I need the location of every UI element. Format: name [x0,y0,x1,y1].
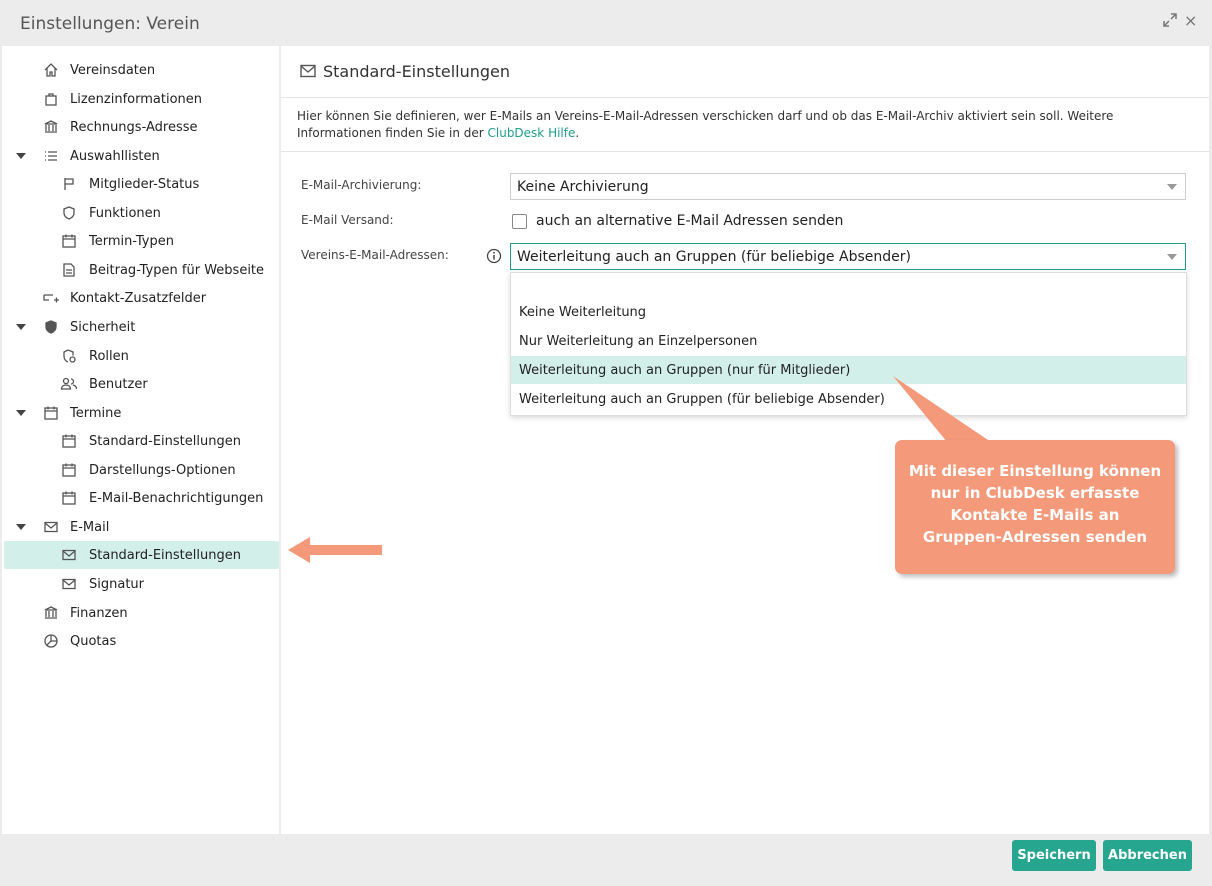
sidebar-item-label: Funktionen [89,205,161,221]
sidebar-item-termine-standard[interactable]: Standard-Einstellungen [2,427,279,455]
bag-icon [42,90,60,108]
mail-icon [60,575,78,593]
cancel-button[interactable]: Abbrechen [1103,840,1192,871]
main-panel: Standard-Einstellungen Hier können Sie d… [281,46,1209,834]
calendar-icon [42,404,60,422]
sidebar-item-label: Sicherheit [70,319,136,335]
sidebar-item-label: Termine [70,405,122,421]
add-field-icon [42,289,60,307]
sidebar-item-label: Signatur [89,576,145,592]
sidebar-item-signatur[interactable]: Signatur [2,570,279,598]
calendar-icon [60,432,78,450]
sidebar-item-vereinsdaten[interactable]: Vereinsdaten [2,56,279,84]
sidebar-item-quotas[interactable]: Quotas [2,627,279,655]
expand-icon[interactable] [1162,12,1178,32]
expanded-caret-icon[interactable] [16,524,26,530]
mail-icon [60,546,78,564]
settings-window: Einstellungen: Verein × Vereinsdaten Liz… [0,0,1212,886]
callout-line: Gruppen-Adressen senden [922,528,1148,546]
sidebar-item-label: Lizenzinformationen [70,91,203,107]
sidebar-item-email[interactable]: E-Mail [2,513,279,541]
sidebar-item-sicherheit[interactable]: Sicherheit [2,313,279,341]
sidebar-item-email-standard[interactable]: Standard-Einstellungen [4,541,279,569]
sidebar-item-label: Standard-Einstellungen [89,547,241,563]
sidebar-item-label: Mitglieder-Status [89,176,200,192]
expanded-caret-icon[interactable] [16,153,26,159]
sidebar-item-finanzen[interactable]: Finanzen [2,599,279,627]
callout-line: Kontakte E-Mails an [950,506,1120,524]
role-shield-icon [60,347,78,365]
sidebar-item-label: Auswahllisten [70,148,160,164]
sidebar-item-label: Termin-Typen [89,233,174,249]
annotation-arrow [288,537,382,563]
flag-icon [60,175,78,193]
sidebar-item-benutzer[interactable]: Benutzer [2,370,279,398]
callout-line: nur in ClubDesk erfasste [930,484,1140,502]
calendar-icon [60,461,78,479]
sidebar-item-mitglieder-status[interactable]: Mitglieder-Status [2,170,279,198]
annotation-callout: Mit dieser Einstellung können nur in Clu… [895,440,1175,574]
sidebar-item-label: Rechnungs-Adresse [70,119,198,135]
sidebar-item-kontakt-zusatzfelder[interactable]: Kontakt-Zusatzfelder [2,284,279,312]
mail-icon [42,518,60,536]
sidebar-item-label: Rollen [89,348,129,364]
sidebar-item-lizenzinformationen[interactable]: Lizenzinformationen [2,85,279,113]
expanded-caret-icon[interactable] [16,410,26,416]
bank-icon [42,118,60,136]
sidebar-item-termin-typen[interactable]: Termin-Typen [2,227,279,255]
sidebar-item-rollen[interactable]: Rollen [2,342,279,370]
pie-chart-icon [42,632,60,650]
sidebar-item-label: E-Mail [70,519,110,535]
sidebar-nav: Vereinsdaten Lizenzinformationen Rechnun… [2,46,279,834]
users-icon [60,375,78,393]
sidebar-item-label: Beitrag-Typen für Webseite [89,262,265,278]
sidebar-item-email-benachrichtigungen[interactable]: E-Mail-Benachrichtigungen [2,484,279,512]
sidebar-item-label: Benutzer [89,376,148,392]
close-icon[interactable]: × [1184,11,1197,30]
list-icon [42,147,60,165]
sidebar-item-label: Quotas [70,633,117,649]
sidebar-item-rechnungs-adresse[interactable]: Rechnungs-Adresse [2,113,279,141]
callout-line: Mit dieser Einstellung können [908,462,1162,480]
sidebar-item-termine[interactable]: Termine [2,399,279,427]
sidebar-item-label: E-Mail-Benachrichtigungen [89,490,264,506]
title-bar: Einstellungen: Verein × [0,0,1212,46]
sidebar-item-label: Darstellungs-Optionen [89,462,236,478]
sidebar-item-beitrag-typen[interactable]: Beitrag-Typen für Webseite [2,256,279,284]
expanded-caret-icon[interactable] [16,324,26,330]
home-icon [42,61,60,79]
security-shield-icon [42,318,60,336]
calendar-icon [60,489,78,507]
document-icon [60,261,78,279]
sidebar-item-funktionen[interactable]: Funktionen [2,199,279,227]
sidebar-item-label: Vereinsdaten [70,62,156,78]
sidebar-item-label: Standard-Einstellungen [89,433,241,449]
shield-icon [60,204,78,222]
bank-icon [42,604,60,622]
sidebar-item-auswahllisten[interactable]: Auswahllisten [2,142,279,170]
sidebar-item-label: Kontakt-Zusatzfelder [70,290,207,306]
sidebar-item-darstellungs-optionen[interactable]: Darstellungs-Optionen [2,456,279,484]
window-title: Einstellungen: Verein [20,14,200,34]
calendar-icon [60,232,78,250]
save-button[interactable]: Speichern [1012,840,1096,871]
sidebar-item-label: Finanzen [70,605,128,621]
